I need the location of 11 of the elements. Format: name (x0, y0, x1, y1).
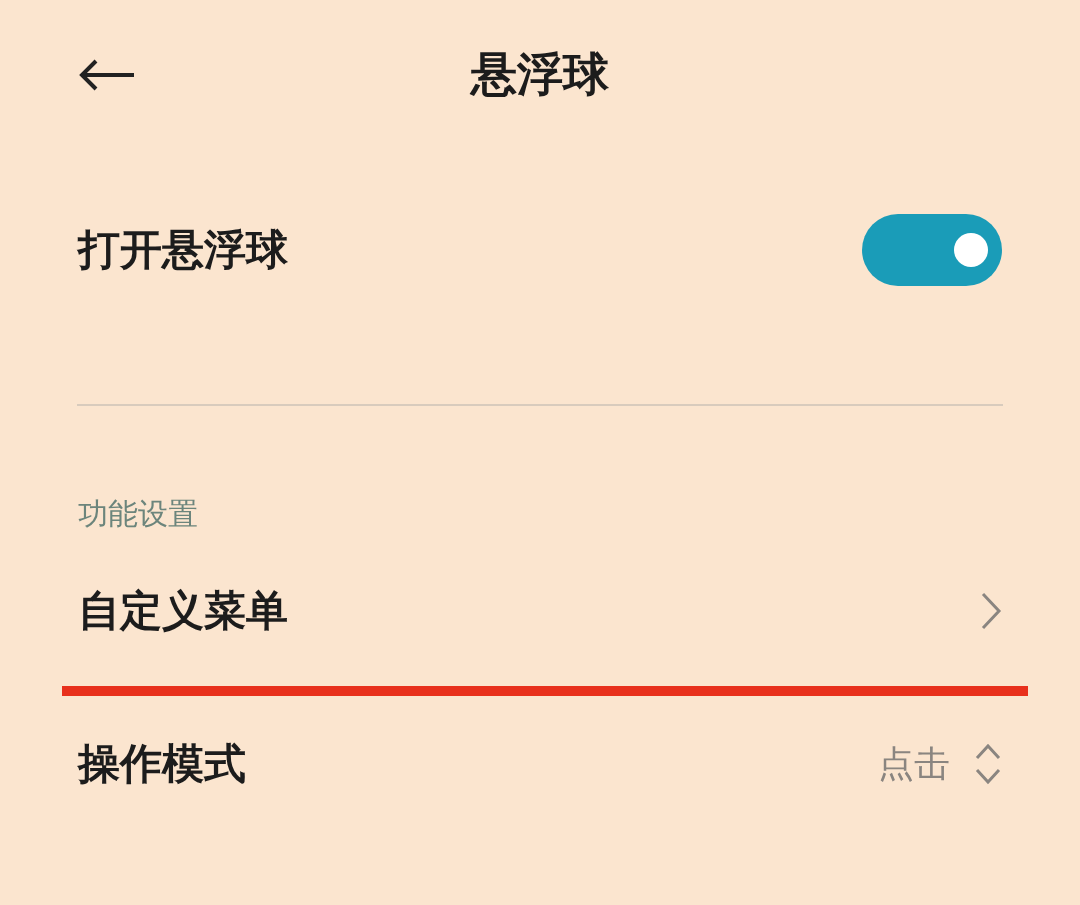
settings-row[interactable]: 自定义菜单 (0, 536, 1080, 686)
settings-row[interactable]: 操作模式 点击 (0, 696, 1080, 832)
row-label: 自定义菜单 (78, 585, 288, 637)
page-title: 悬浮球 (471, 47, 609, 101)
toggle-label: 打开悬浮球 (78, 224, 288, 276)
section-title: 功能设置 (78, 496, 198, 531)
mode-value: 点击 (878, 741, 950, 786)
chevron-right-icon (980, 591, 1002, 631)
up-down-chevron-icon (974, 742, 1002, 786)
back-arrow-icon (78, 58, 136, 92)
row-label: 操作模式 (78, 738, 246, 790)
